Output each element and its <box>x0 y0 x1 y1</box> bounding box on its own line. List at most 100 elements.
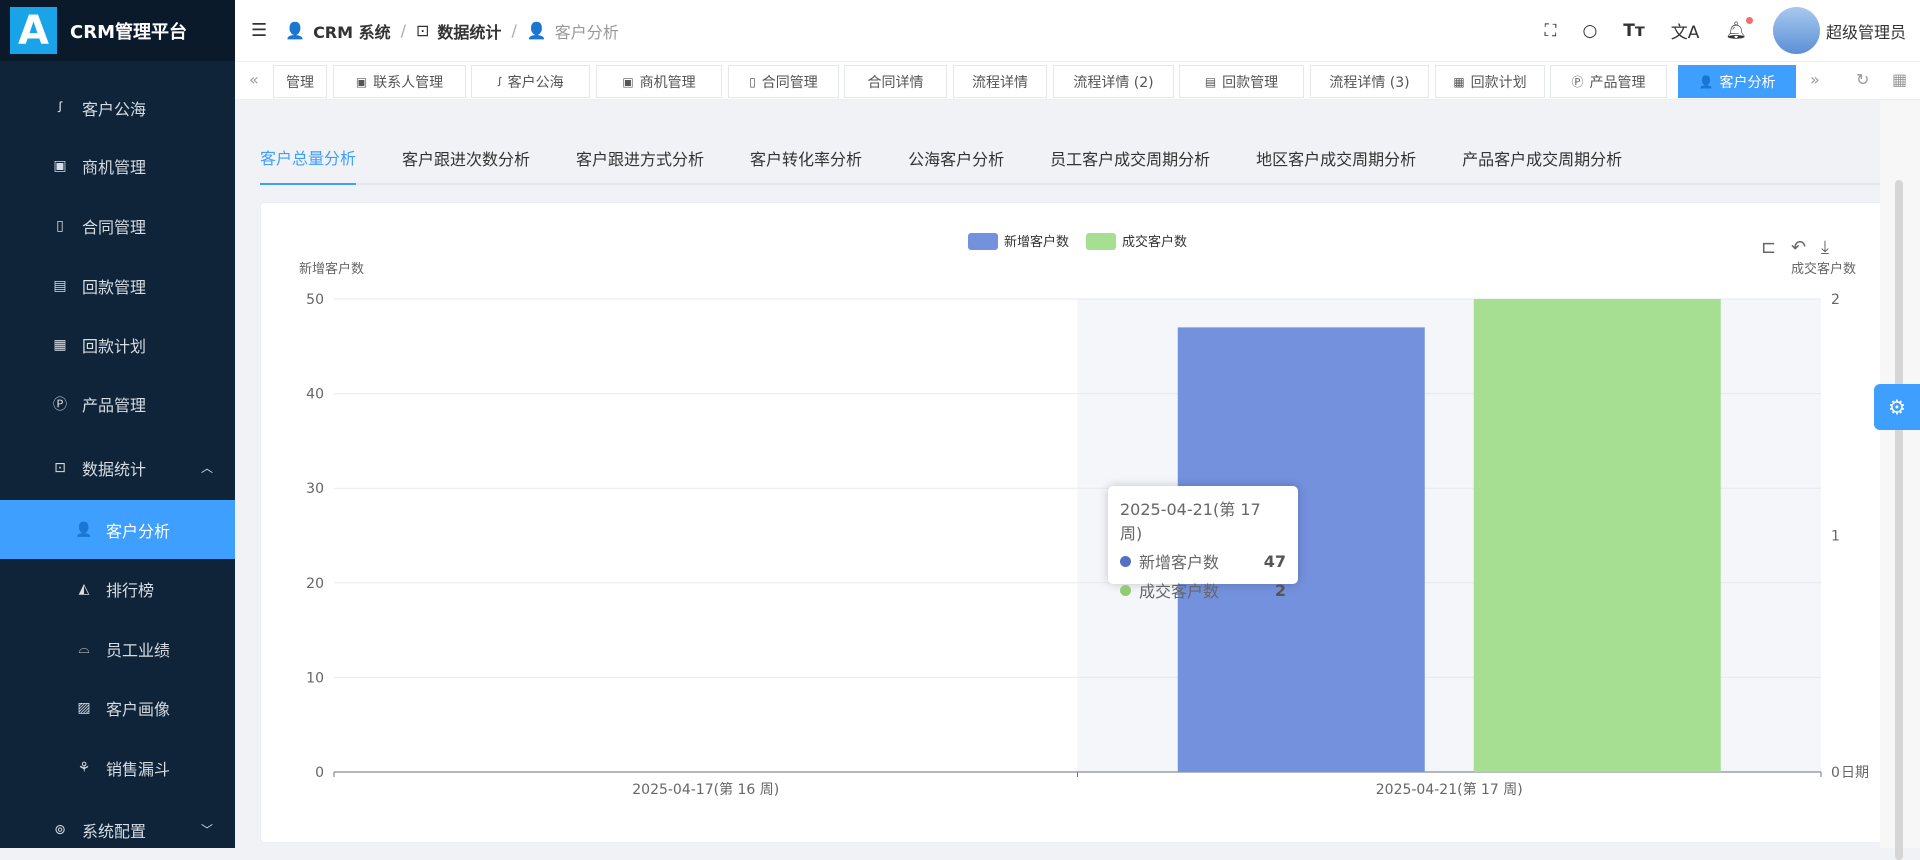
sidebar-item[interactable]: ⊡ 数据统计 ︿ <box>0 438 235 497</box>
sidebar-item-label: 客户画像 <box>106 699 171 719</box>
sidebar-item[interactable]: Ⓟ 产品管理 <box>0 374 235 433</box>
tab[interactable]: 流程详情 <box>953 65 1047 98</box>
area-chart-icon: ◭ <box>78 580 90 597</box>
breadcrumb-item[interactable]: CRM 系统 <box>313 19 391 43</box>
tab-label: 商机管理 <box>639 74 696 91</box>
sidebar-item[interactable]: 👤 客户分析 <box>0 500 235 559</box>
analysis-tab[interactable]: 产品客户成交周期分析 <box>1462 140 1622 185</box>
y-tick-label: 10 <box>306 670 324 686</box>
tab[interactable]: ▯ 合同管理 <box>728 65 839 98</box>
tab[interactable]: 合同详情 <box>844 65 947 98</box>
user-icon: 👤 <box>526 21 547 40</box>
sidebar-item-label: 回款计划 <box>82 336 147 356</box>
tooltip-title: 2025-04-21(第 17 周) <box>1120 500 1261 543</box>
bell-icon[interactable]: 🔔︎ <box>1725 16 1753 41</box>
menu-toggle-icon[interactable]: ☰ <box>251 20 267 41</box>
logo-icon: A <box>10 7 57 54</box>
breadcrumb-item[interactable]: 数据统计 <box>437 19 501 43</box>
legend-swatch <box>968 233 998 250</box>
chevron-icon[interactable]: ︿ <box>201 459 213 476</box>
settings-gear-icon[interactable]: ⚙ <box>1874 384 1920 430</box>
grid-icon[interactable]: ▦ <box>1892 70 1907 89</box>
tab[interactable]: ▣ 联系人管理 <box>333 65 466 98</box>
product-icon: Ⓟ <box>1571 75 1584 89</box>
tab[interactable]: 👤 客户分析 <box>1678 65 1796 98</box>
scrollbar[interactable] <box>1880 100 1920 860</box>
fullscreen-icon[interactable]: ⛶ <box>1545 21 1557 41</box>
sidebar-item-label: 销售漏斗 <box>106 759 171 779</box>
sidebar-item-label: 客户公海 <box>82 99 147 119</box>
sidebar-item-label: 商机管理 <box>82 157 147 177</box>
product-icon: Ⓟ <box>53 396 67 413</box>
sidebar-item[interactable]: ▨ 客户画像 <box>0 678 235 737</box>
sidebar: A CRM管理平台 ꭍ 客户公海 ▣ 商机管理 ▯ 合同管理 ▤ 回款管理 ▦ 回款计划 Ⓟ 产品管理… <box>0 0 235 848</box>
analysis-tab[interactable]: 客户跟进次数分析 <box>402 140 530 185</box>
avatar <box>1772 7 1820 54</box>
font-size-icon[interactable]: Tт <box>1623 21 1644 41</box>
sidebar-item-label: 产品管理 <box>82 395 147 415</box>
tab[interactable]: Ⓟ 产品管理 <box>1550 65 1667 98</box>
search-icon[interactable]: ○ <box>1582 21 1597 41</box>
analysis-tab[interactable]: 公海客户分析 <box>908 140 1004 185</box>
breadcrumb-current: 客户分析 <box>554 22 619 42</box>
tab-label: 回款管理 <box>1222 74 1279 91</box>
analysis-tab[interactable]: 地区客户成交周期分析 <box>1256 140 1416 185</box>
chart-card: 0 10 20 30 40 50 0 1 2 日期 2025-04-17(第 16 周) 2025-0… <box>260 202 1896 843</box>
x-tick-label: 2025-04-17(第 16 周) <box>632 781 779 798</box>
sidebar-item[interactable]: ⚘ 销售漏斗 <box>0 738 235 797</box>
tab-label: 管理 <box>286 74 314 91</box>
sidebar-item[interactable]: ⊚ 系统配置 ﹀ <box>0 800 235 859</box>
legend-label: 新增客户数 <box>1004 234 1069 250</box>
analysis-tab[interactable]: 员工客户成交周期分析 <box>1050 140 1210 185</box>
bus-icon: ▣ <box>53 157 67 174</box>
translate-icon[interactable]: 文A <box>1671 18 1700 43</box>
chart-tooltip: 2025-04-21(第 17 周) 新增客户数 47 成交客户数 2 <box>1108 486 1298 601</box>
analysis-tab[interactable]: 客户转化率分析 <box>750 140 862 185</box>
user-icon: 👤 <box>285 21 306 40</box>
tab[interactable]: ꭍ 客户公海 <box>471 65 590 98</box>
chevron-icon[interactable]: ﹀ <box>201 821 213 838</box>
contract-icon: ▯ <box>56 217 64 234</box>
y-tick-label: 20 <box>306 576 324 592</box>
user-name: 超级管理员 <box>1825 22 1906 42</box>
analysis-tabs: 客户总量分析 客户跟进次数分析 客户跟进方式分析 客户转化率分析 公海客户分析 员工客户成… <box>260 140 1880 185</box>
scroll-right-icon[interactable]: » <box>1810 70 1820 89</box>
sidebar-item[interactable]: ⌓ 员工业绩 <box>0 619 235 678</box>
tab[interactable]: ▦ 回款计划 <box>1435 65 1545 98</box>
tab-label: 联系人管理 <box>373 74 444 91</box>
sidebar-item[interactable]: ◭ 排行榜 <box>0 559 235 618</box>
tab[interactable]: 管理 <box>273 65 327 98</box>
tab-label: 合同详情 <box>867 74 924 91</box>
contact-icon: ▣ <box>355 74 368 89</box>
scroll-left-icon[interactable]: « <box>249 70 259 89</box>
x-tick-label: 2025-04-21(第 17 周) <box>1376 781 1523 798</box>
sidebar-item[interactable]: ▯ 合同管理 <box>0 196 235 255</box>
sidebar-item[interactable]: ▤ 回款管理 <box>0 256 235 315</box>
legend-label: 成交客户数 <box>1122 234 1187 250</box>
bar-chart: 0 10 20 30 40 50 0 1 2 日期 2025-04-17(第 16 周) 2025-0… <box>299 233 1869 798</box>
sidebar-item[interactable]: ꭍ 客户公海 <box>0 78 235 137</box>
sidebar-item[interactable]: ▣ 商机管理 <box>0 136 235 195</box>
tab[interactable]: 流程详情 (2) <box>1053 65 1174 98</box>
analysis-tab[interactable]: 客户跟进方式分析 <box>576 140 704 185</box>
refresh-icon[interactable]: ↻ <box>1856 70 1869 89</box>
sidebar-item[interactable]: ▦ 回款计划 <box>0 315 235 374</box>
y-axis-name-right: 成交客户数 <box>1791 261 1856 277</box>
breadcrumb-separator: / <box>400 21 407 40</box>
y-tick-label: 0 <box>315 765 324 781</box>
tab[interactable]: ▣ 商机管理 <box>596 65 722 98</box>
sidebar-item-label: 排行榜 <box>106 580 155 600</box>
tab[interactable]: ▤ 回款管理 <box>1179 65 1304 98</box>
sidebar-item-label: 回款管理 <box>82 277 147 297</box>
user-menu[interactable]: 超级管理员 <box>1772 7 1906 54</box>
bar-closed-customers <box>1473 299 1721 772</box>
tab[interactable]: 流程详情 (3) <box>1310 65 1429 98</box>
notification-badge <box>1745 16 1753 24</box>
logo[interactable]: A CRM管理平台 <box>0 0 235 61</box>
download-icon: ⤓ <box>1821 237 1829 258</box>
tab-bar: « 管理 ▣ 联系人管理 ꭍ 客户公海 ▣ 商机管理 ▯ 合同管理 合同详情 流程详情 流程详情 (2… <box>235 61 1920 100</box>
analysis-tab[interactable]: 客户总量分析 <box>260 140 357 185</box>
bell-icon: ⌓ <box>78 640 90 657</box>
scrollbar-thumb[interactable] <box>1895 180 1903 860</box>
tooltip-series: 新增客户数 <box>1139 553 1220 572</box>
